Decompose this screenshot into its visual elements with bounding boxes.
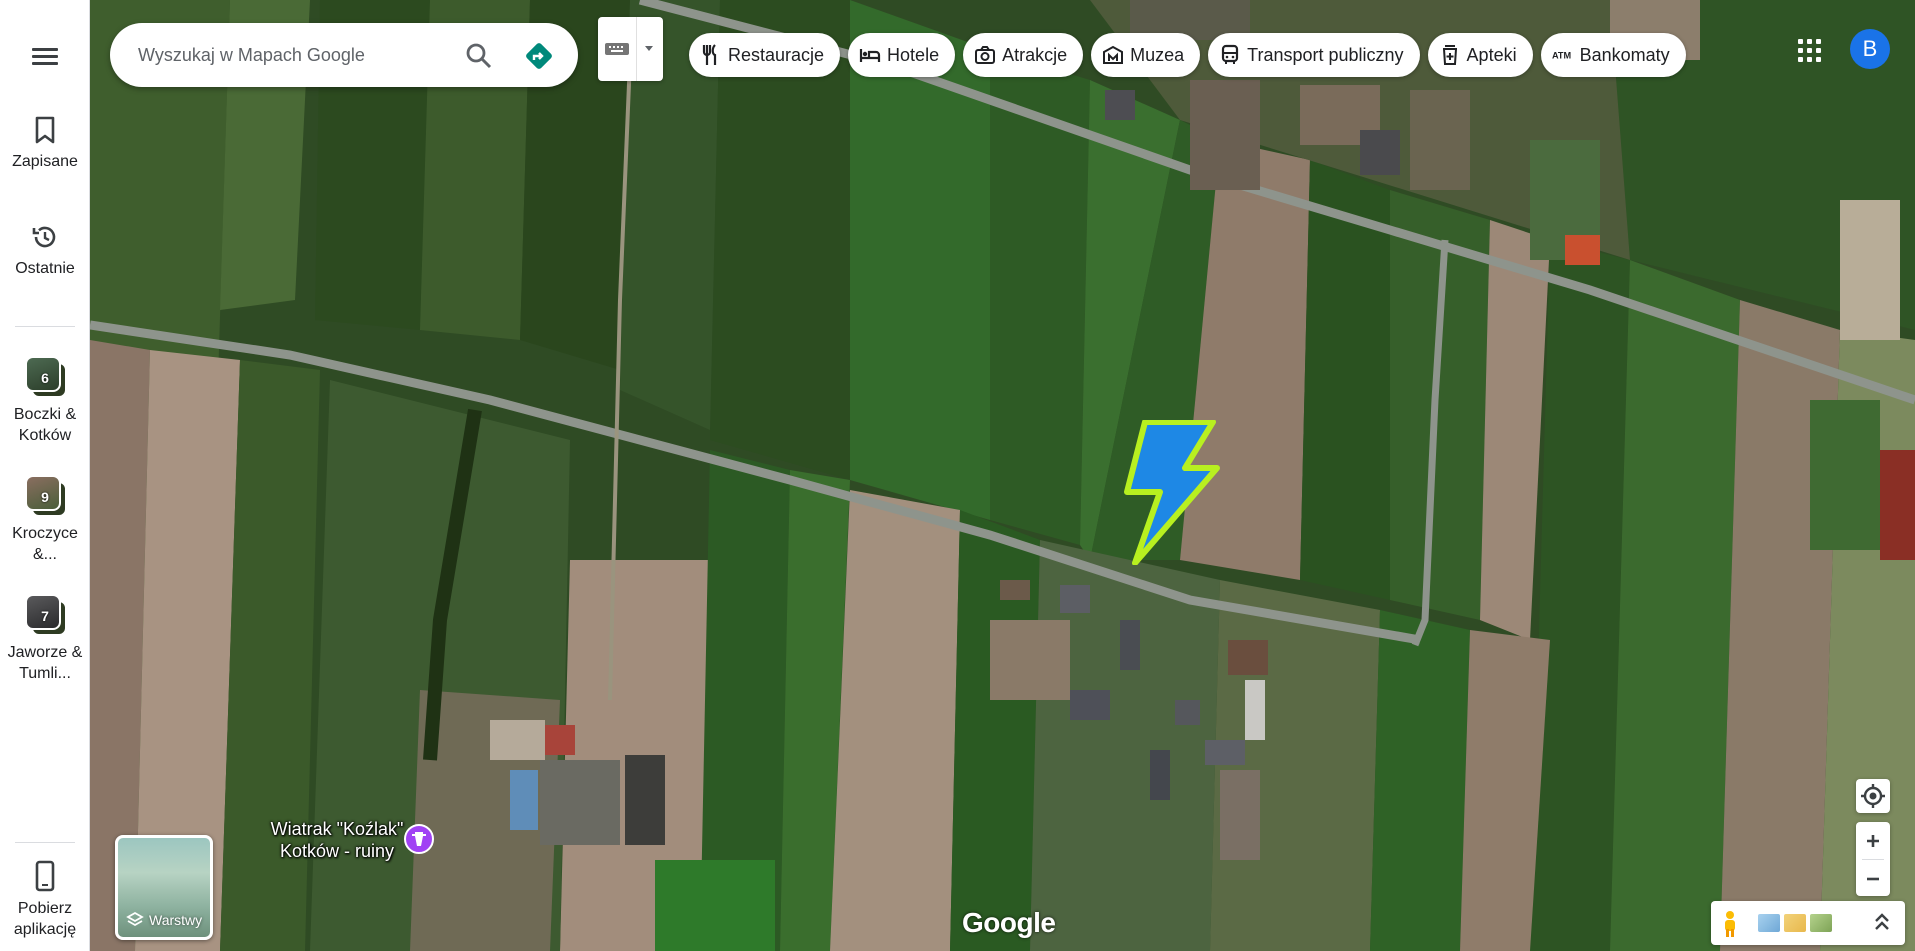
phone-icon — [35, 860, 55, 892]
layers-button[interactable]: Warstwy — [115, 835, 213, 940]
bed-icon — [859, 44, 881, 66]
my-location-button[interactable] — [1856, 779, 1890, 813]
get-app-button[interactable]: Pobierz aplikację — [0, 860, 90, 940]
chip-label: Transport publiczny — [1247, 44, 1404, 65]
layer-thumb-satellite[interactable] — [1810, 914, 1832, 932]
hamburger-line — [32, 48, 58, 51]
bus-icon — [1219, 44, 1241, 66]
sidebar-divider — [15, 842, 75, 843]
sidebar-trip-kroczyce[interactable]: 9 Kroczyce &... — [0, 475, 90, 565]
zoom-controls — [1856, 822, 1890, 896]
sidebar-item-label: Zapisane — [12, 153, 78, 170]
trip-thumbnail: 6 — [25, 356, 67, 398]
chip-pharmacies[interactable]: Apteki — [1427, 33, 1533, 77]
hamburger-line — [32, 62, 58, 65]
svg-text:ATM: ATM — [1552, 51, 1572, 61]
chip-atms[interactable]: ATM Bankomaty — [1540, 33, 1686, 77]
sidebar-item-saved[interactable]: Zapisane — [0, 115, 90, 172]
chip-label: Muzea — [1130, 44, 1185, 65]
chip-museums[interactable]: Muzea — [1091, 33, 1201, 77]
chip-label: Hotele — [887, 44, 940, 65]
sidebar-trip-jaworze[interactable]: 7 Jaworze & Tumli... — [0, 594, 90, 684]
layers-label: Warstwy — [149, 912, 203, 928]
trip-label: Kroczyce &... — [12, 525, 78, 563]
trip-count: 7 — [41, 608, 49, 624]
layers-icon — [126, 911, 144, 927]
chip-restaurants[interactable]: Restauracje — [689, 33, 841, 77]
category-chips: Restauracje Hotele Atrakcje Muzea Transp… — [689, 33, 1686, 77]
sidebar-trip-boczki[interactable]: 6 Boczki & Kotków — [0, 356, 90, 446]
satellite-imagery — [90, 0, 1915, 951]
fork-knife-icon — [700, 44, 722, 66]
history-icon — [32, 226, 56, 248]
windmill-pin-icon[interactable] — [404, 824, 434, 854]
pharmacy-icon — [1439, 44, 1461, 66]
search-icon — [466, 43, 492, 69]
poi-label[interactable]: Wiatrak "Koźlak" Kotków - ruiny — [262, 818, 412, 862]
plus-icon — [1867, 835, 1879, 847]
sidebar-item-recent[interactable]: Ostatnie — [0, 222, 90, 279]
sidebar-item-label: Pobierz aplikację — [13, 900, 77, 938]
sidebar: Zapisane Ostatnie 6 Boczki & Kotków 9 Kr… — [0, 0, 90, 951]
street-view-bar — [1711, 901, 1905, 945]
location-target-icon — [1861, 784, 1885, 808]
atm-icon: ATM — [1552, 44, 1574, 66]
directions-icon — [526, 43, 552, 69]
search-button[interactable] — [462, 39, 496, 73]
pegman-icon[interactable] — [1721, 910, 1739, 943]
chip-attractions[interactable]: Atrakcje — [963, 33, 1084, 77]
layer-thumb-terrain[interactable] — [1784, 914, 1806, 932]
chip-hotels[interactable]: Hotele — [848, 33, 956, 77]
trip-count: 6 — [41, 370, 49, 386]
trip-count: 9 — [41, 489, 49, 505]
divider — [636, 17, 637, 81]
museum-icon — [1102, 44, 1124, 66]
trip-thumbnail: 9 — [25, 475, 67, 517]
google-logo: Google — [962, 907, 1056, 938]
chip-label: Bankomaty — [1579, 44, 1670, 65]
lightning-bolt-icon — [1105, 419, 1220, 570]
search-box — [110, 23, 578, 87]
trip-label: Jaworze & Tumli... — [7, 644, 83, 682]
keyboard-icon — [605, 43, 629, 55]
map-poi-windmill[interactable]: Wiatrak "Koźlak" Kotków - ruiny — [262, 818, 434, 862]
input-tools-button[interactable] — [598, 17, 663, 81]
sidebar-item-label: Ostatnie — [15, 260, 75, 277]
account-avatar[interactable]: B — [1850, 29, 1890, 69]
chip-transit[interactable]: Transport publiczny — [1208, 33, 1420, 77]
chip-label: Apteki — [1466, 44, 1517, 65]
layer-thumb-map[interactable] — [1758, 914, 1780, 932]
hamburger-line — [32, 55, 58, 58]
chevron-up-icon[interactable] — [1873, 911, 1891, 940]
chip-label: Restauracje — [728, 44, 825, 65]
bookmark-icon — [35, 116, 55, 144]
trip-label: Boczki & Kotków — [13, 406, 77, 444]
directions-button[interactable] — [522, 39, 556, 73]
menu-button[interactable] — [28, 44, 62, 74]
search-input[interactable] — [138, 41, 458, 69]
chevron-down-icon[interactable] — [642, 43, 656, 53]
sidebar-divider — [15, 326, 75, 327]
layers-control: Warstwy — [126, 911, 202, 929]
camera-icon — [974, 44, 996, 66]
trip-thumbnail: 7 — [25, 594, 67, 636]
satellite-map[interactable]: Wiatrak "Koźlak" Kotków - ruiny Google — [90, 0, 1915, 951]
chip-label: Atrakcje — [1002, 44, 1068, 65]
google-apps-button[interactable] — [1797, 38, 1823, 64]
minus-icon — [1867, 877, 1879, 881]
zoom-in-button[interactable] — [1856, 822, 1890, 858]
zoom-out-button[interactable] — [1856, 860, 1890, 896]
